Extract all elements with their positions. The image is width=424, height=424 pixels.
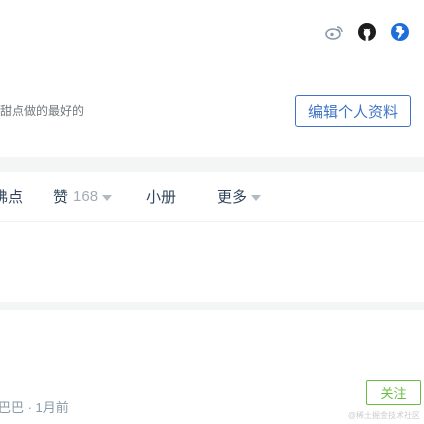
user-bio: 甜点做的最好的 bbox=[0, 104, 85, 118]
chevron-down-icon bbox=[251, 194, 262, 201]
tab-likes-count: 168 bbox=[73, 188, 99, 205]
social-links bbox=[324, 22, 410, 42]
weibo-icon[interactable] bbox=[324, 22, 344, 42]
feed-header bbox=[0, 222, 424, 302]
tab-pins[interactable]: 沸点 bbox=[0, 172, 23, 221]
watermark: @稀土掘金技术社区 bbox=[347, 411, 420, 420]
chevron-down-icon bbox=[102, 194, 113, 201]
tab-more[interactable]: 更多 bbox=[217, 172, 262, 221]
tab-more-label: 更多 bbox=[217, 189, 248, 206]
feed-section bbox=[0, 222, 424, 424]
edit-profile-button[interactable]: 编辑个人资料 bbox=[295, 95, 411, 127]
profile-tab-bar: 沸点 赞 168 小册 更多 bbox=[0, 172, 424, 222]
tab-likes[interactable]: 赞 168 bbox=[53, 172, 113, 221]
github-icon[interactable] bbox=[357, 22, 377, 42]
tab-booklets-label: 小册 bbox=[146, 189, 177, 206]
user-profile-page: 甜点做的最好的 编辑个人资料 沸点 赞 168 小册 更多 巴巴 · 1月前 关… bbox=[0, 0, 424, 424]
globe-icon[interactable] bbox=[390, 22, 410, 42]
tab-booklets[interactable]: 小册 bbox=[146, 172, 176, 221]
tab-pins-label: 沸点 bbox=[0, 189, 24, 206]
profile-card: 甜点做的最好的 编辑个人资料 bbox=[0, 0, 424, 157]
feed-item-meta: 巴巴 · 1月前 bbox=[0, 400, 69, 415]
follow-button[interactable]: 关注 bbox=[366, 380, 421, 405]
tab-likes-label: 赞 bbox=[53, 189, 69, 206]
